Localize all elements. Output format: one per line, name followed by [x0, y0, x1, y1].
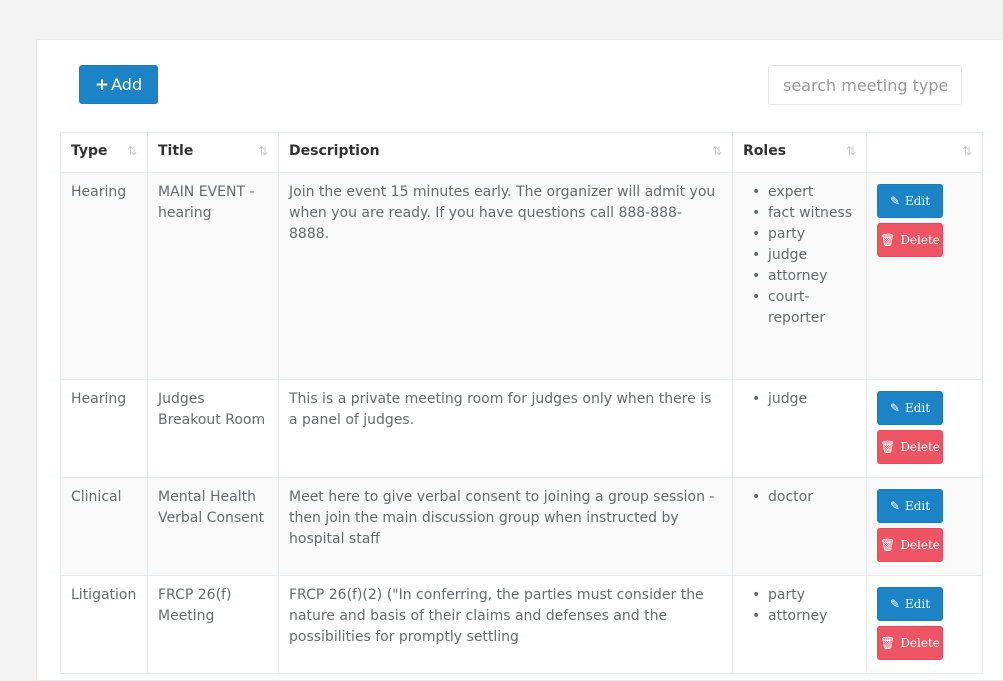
cell-type: Hearing: [60, 172, 148, 380]
cell-type: Clinical: [60, 477, 148, 576]
trash-icon: 🗑: [880, 538, 896, 552]
meeting-types-panel: +Add Type⇅ Title⇅ Description⇅ Roles⇅ ⇅ …: [36, 39, 1003, 681]
delete-button[interactable]: 🗑 Delete: [877, 626, 943, 660]
role-item: expert: [752, 182, 856, 203]
cell-type: Hearing: [60, 379, 148, 478]
cell-actions: ✎ Edit 🗑 Delete: [866, 172, 983, 380]
role-item: judge: [752, 389, 856, 410]
cell-roles: judge: [732, 379, 867, 478]
trash-icon: 🗑: [880, 636, 896, 650]
sort-icon: ⇅: [257, 144, 268, 158]
search-input[interactable]: [768, 65, 962, 105]
delete-button[interactable]: 🗑 Delete: [877, 430, 943, 464]
pencil-icon: ✎: [889, 401, 900, 415]
roles-list: doctor: [743, 487, 856, 508]
table-header-row: Type ⇅ Title ⇅ Description ⇅ Roles ⇅ ⇅: [60, 132, 983, 173]
cell-description: Join the event 15 minutes early. The org…: [278, 172, 733, 380]
table-row: Clinical Mental Health Verbal Consent Me…: [60, 477, 983, 576]
delete-button[interactable]: 🗑 Delete: [877, 223, 943, 257]
cell-description: This is a private meeting room for judge…: [278, 379, 733, 478]
column-header-description[interactable]: Description ⇅: [278, 132, 733, 173]
edit-button[interactable]: ✎ Edit: [877, 391, 943, 425]
role-item: party: [752, 585, 856, 606]
roles-list: judge: [743, 389, 856, 410]
column-header-actions[interactable]: ⇅: [866, 132, 983, 173]
edit-button[interactable]: ✎ Edit: [877, 184, 943, 218]
role-item: judge: [752, 245, 856, 266]
add-button-label: Add: [111, 75, 143, 94]
role-item: attorney: [752, 266, 856, 287]
trash-icon: 🗑: [880, 440, 896, 454]
sort-icon: ⇅: [711, 144, 722, 158]
pencil-icon: ✎: [889, 194, 900, 208]
pencil-icon: ✎: [889, 597, 900, 611]
edit-button[interactable]: ✎ Edit: [877, 489, 943, 523]
column-header-type[interactable]: Type ⇅: [60, 132, 148, 173]
role-item: doctor: [752, 487, 856, 508]
edit-button[interactable]: ✎ Edit: [877, 587, 943, 621]
cell-actions: ✎ Edit 🗑 Delete: [866, 379, 983, 478]
delete-button[interactable]: 🗑 Delete: [877, 528, 943, 562]
cell-roles: expert fact witness party judge attorney…: [732, 172, 867, 380]
sort-icon: ⇅: [961, 144, 972, 158]
cell-actions: ✎ Edit 🗑 Delete: [866, 477, 983, 576]
sort-icon: ⇅: [126, 144, 137, 158]
column-header-roles[interactable]: Roles ⇅: [732, 132, 867, 173]
table-row: Hearing Judges Breakout Room This is a p…: [60, 379, 983, 478]
table-row: Hearing MAIN EVENT - hearing Join the ev…: [60, 172, 983, 380]
meeting-types-table: Type ⇅ Title ⇅ Description ⇅ Roles ⇅ ⇅ Heari…: [60, 132, 983, 674]
role-item: attorney: [752, 606, 856, 627]
cell-title: Mental Health Verbal Consent: [147, 477, 279, 576]
sort-icon: ⇅: [845, 144, 856, 158]
cell-title: MAIN EVENT - hearing: [147, 172, 279, 380]
pencil-icon: ✎: [889, 499, 900, 513]
roles-list: party attorney: [743, 585, 856, 627]
add-button[interactable]: + Add: [79, 65, 158, 104]
cell-description: Meet here to give verbal consent to join…: [278, 477, 733, 576]
cell-title: Judges Breakout Room: [147, 379, 279, 478]
role-item: fact witness: [752, 203, 856, 224]
trash-icon: 🗑: [880, 233, 896, 247]
roles-list: expert fact witness party judge attorney…: [743, 182, 856, 329]
role-item: court-reporter: [752, 287, 856, 329]
column-header-title[interactable]: Title ⇅: [147, 132, 279, 173]
cell-roles: doctor: [732, 477, 867, 576]
role-item: party: [752, 224, 856, 245]
plus-icon: +: [94, 75, 110, 95]
